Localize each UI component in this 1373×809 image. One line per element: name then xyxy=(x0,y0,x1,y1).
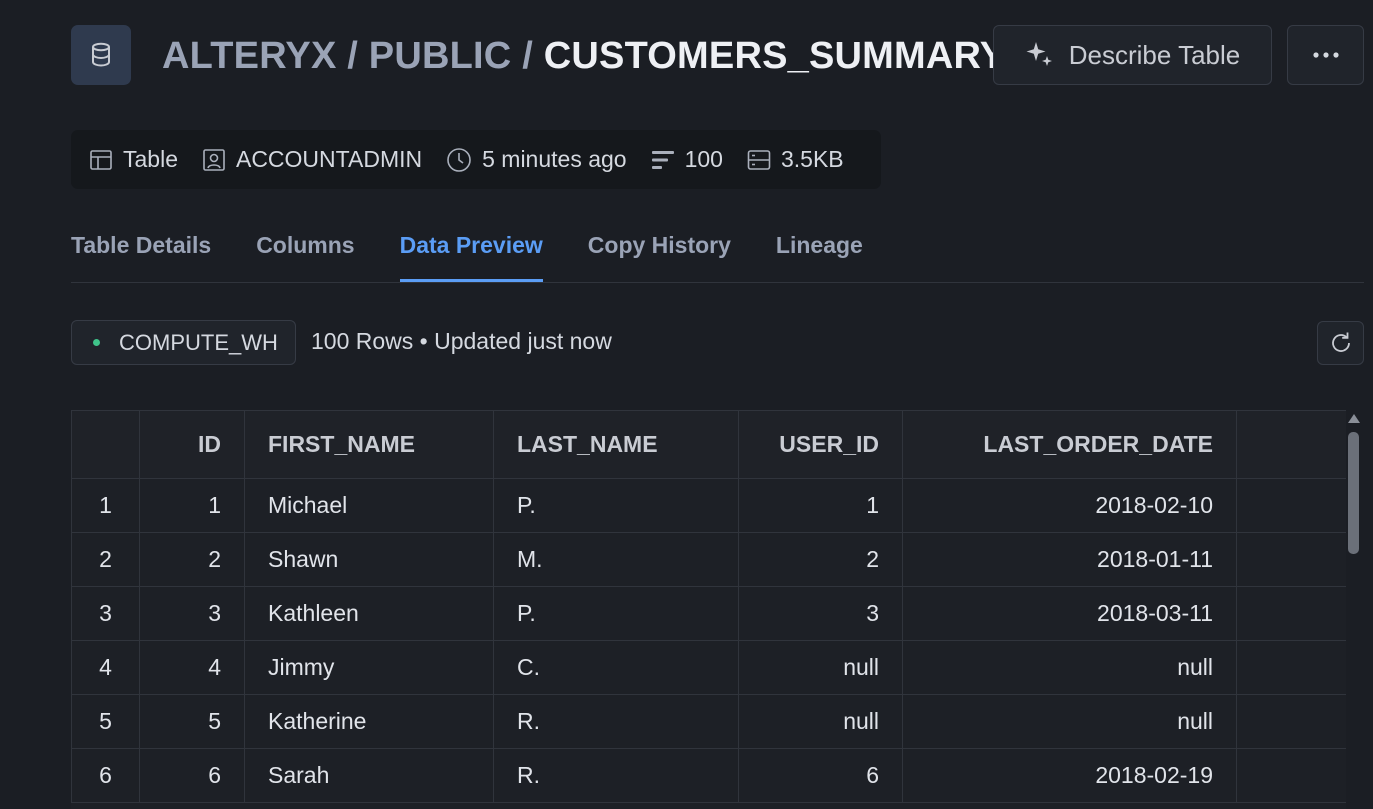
table-row: 5 5 Katherine R. null null xyxy=(71,694,1346,749)
cell-last-name[interactable]: P. xyxy=(493,478,739,533)
tab-bar: Table Details Columns Data Preview Copy … xyxy=(71,226,908,284)
cell-user-id[interactable]: null xyxy=(738,694,903,749)
tab-divider xyxy=(71,282,1364,283)
warehouse-status-dot xyxy=(93,339,100,346)
warehouse-name: COMPUTE_WH xyxy=(119,329,278,355)
more-options-button[interactable] xyxy=(1287,25,1364,85)
tab-copy-history[interactable]: Copy History xyxy=(588,226,731,282)
meta-type: Table xyxy=(89,146,178,173)
cell-id[interactable]: 2 xyxy=(139,532,245,587)
cell-last-order-date[interactable]: null xyxy=(902,694,1237,749)
row-number: 5 xyxy=(71,694,140,749)
cell-last-order-date[interactable]: 2018-02-19 xyxy=(902,748,1237,803)
page-title: ALTERYX / PUBLIC / CUSTOMERS_SUMMARY xyxy=(162,33,1005,79)
column-header-first-name[interactable]: FIRST_NAME xyxy=(244,410,494,479)
meta-updated: 5 minutes ago xyxy=(446,146,627,173)
cell-last-order-date[interactable]: null xyxy=(902,640,1237,695)
warehouse-selector[interactable]: COMPUTE_WH xyxy=(71,320,296,365)
cell-id[interactable]: 6 xyxy=(139,748,245,803)
meta-size: 3.5KB xyxy=(747,146,844,173)
column-header-rownum xyxy=(71,410,140,479)
table-row: 4 4 Jimmy C. null null xyxy=(71,640,1346,695)
column-header-id[interactable]: ID xyxy=(139,410,245,479)
breadcrumb-table: CUSTOMERS_SUMMARY xyxy=(543,34,1006,77)
row-number: 1 xyxy=(71,478,140,533)
cell-user-id[interactable]: null xyxy=(738,640,903,695)
table-row: 1 1 Michael P. 1 2018-02-10 xyxy=(71,478,1346,533)
cell-first-name[interactable]: Shawn xyxy=(244,532,494,587)
cell-last-order-date[interactable]: 2018-01-11 xyxy=(902,532,1237,587)
cell-tc[interactable] xyxy=(1236,532,1346,587)
cell-user-id[interactable]: 1 xyxy=(738,478,903,533)
meta-owner: ACCOUNTADMIN xyxy=(202,146,422,173)
table-icon xyxy=(90,149,112,170)
cell-user-id[interactable]: 2 xyxy=(738,532,903,587)
cell-id[interactable]: 1 xyxy=(139,478,245,533)
cell-tc[interactable] xyxy=(1236,748,1346,803)
cell-last-name[interactable]: R. xyxy=(493,748,739,803)
cell-tc[interactable] xyxy=(1236,640,1346,695)
cell-first-name[interactable]: Jimmy xyxy=(244,640,494,695)
tab-columns[interactable]: Columns xyxy=(256,226,354,282)
sparkle-icon xyxy=(1025,40,1055,70)
cell-first-name[interactable]: Katherine xyxy=(244,694,494,749)
object-metadata-bar: Table ACCOUNTADMIN 5 minutes ago 100 3.5… xyxy=(71,130,881,189)
cell-last-order-date[interactable]: 2018-02-10 xyxy=(902,478,1237,533)
storage-icon xyxy=(747,149,771,170)
cell-tc[interactable] xyxy=(1236,586,1346,641)
row-number: 3 xyxy=(71,586,140,641)
cell-first-name[interactable]: Kathleen xyxy=(244,586,494,641)
more-horizontal-icon xyxy=(1312,52,1339,58)
cell-user-id[interactable]: 3 xyxy=(738,586,903,641)
breadcrumb-schema[interactable]: PUBLIC xyxy=(369,35,512,78)
table-row: 6 6 Sarah R. 6 2018-02-19 xyxy=(71,748,1346,803)
breadcrumb-separator: / xyxy=(336,34,369,77)
cell-id[interactable]: 5 xyxy=(139,694,245,749)
user-icon xyxy=(203,148,225,171)
cell-last-name[interactable]: M. xyxy=(493,532,739,587)
refresh-icon xyxy=(1328,330,1354,356)
cell-first-name[interactable]: Michael xyxy=(244,478,494,533)
cell-first-name[interactable]: Sarah xyxy=(244,748,494,803)
rows-status-text: 100 Rows • Updated just now xyxy=(311,328,612,354)
cell-tc[interactable] xyxy=(1236,694,1346,749)
cell-last-name[interactable]: C. xyxy=(493,640,739,695)
cell-last-name[interactable]: R. xyxy=(493,694,739,749)
tab-table-details[interactable]: Table Details xyxy=(71,226,211,282)
column-header-last-name[interactable]: LAST_NAME xyxy=(493,410,739,479)
cell-last-name[interactable]: P. xyxy=(493,586,739,641)
cell-tc[interactable] xyxy=(1236,478,1346,533)
row-number: 2 xyxy=(71,532,140,587)
table-row: 3 3 Kathleen P. 3 2018-03-11 xyxy=(71,586,1346,641)
describe-table-button[interactable]: Describe Table xyxy=(993,25,1272,85)
breadcrumb-separator: / xyxy=(511,34,544,77)
cell-last-order-date[interactable]: 2018-03-11 xyxy=(902,586,1237,641)
row-number: 4 xyxy=(71,640,140,695)
column-header-last-order-date[interactable]: LAST_ORDER_DATE xyxy=(902,410,1237,479)
cell-id[interactable]: 4 xyxy=(139,640,245,695)
breadcrumb-database[interactable]: ALTERYX xyxy=(162,35,337,78)
data-preview-table: ID FIRST_NAME LAST_NAME USER_ID LAST_ORD… xyxy=(71,410,1346,809)
column-header-tc[interactable]: TC xyxy=(1236,410,1346,479)
clock-icon xyxy=(447,147,471,172)
cell-id[interactable]: 3 xyxy=(139,586,245,641)
scrollbar-thumb[interactable] xyxy=(1348,432,1359,554)
describe-table-label: Describe Table xyxy=(1068,39,1241,70)
tab-data-preview[interactable]: Data Preview xyxy=(399,226,543,282)
column-header-user-id[interactable]: USER_ID xyxy=(738,410,903,479)
rows-icon xyxy=(651,150,674,169)
database-icon xyxy=(71,25,131,85)
scroll-up-arrow-icon[interactable] xyxy=(1348,414,1360,423)
table-header-row: ID FIRST_NAME LAST_NAME USER_ID LAST_ORD… xyxy=(71,410,1346,479)
meta-rows: 100 xyxy=(651,146,723,173)
row-number: 6 xyxy=(71,748,140,803)
tab-lineage[interactable]: Lineage xyxy=(776,226,863,282)
table-row: 2 2 Shawn M. 2 2018-01-11 xyxy=(71,532,1346,587)
refresh-button[interactable] xyxy=(1317,321,1364,365)
cell-user-id[interactable]: 6 xyxy=(738,748,903,803)
